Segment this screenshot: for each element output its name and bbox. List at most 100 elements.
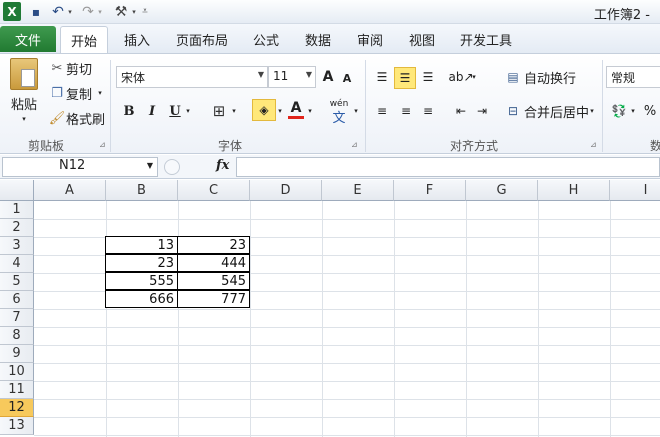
wrap-text-button[interactable]: 自动换行 — [524, 68, 576, 87]
font-name-combo[interactable]: 宋体 ▼ — [116, 66, 268, 88]
font-color-dropdown-icon[interactable]: ▾ — [306, 105, 314, 117]
cell-b5[interactable]: 555 — [105, 272, 178, 290]
copy-button[interactable]: 复制 — [66, 85, 92, 103]
font-size-combo[interactable]: 11 ▼ — [268, 66, 316, 88]
worksheet-grid[interactable]: A B C D E F G H I 1 2 3 4 5 6 7 8 9 10 1… — [0, 180, 660, 437]
tab-file[interactable]: 文件 — [0, 26, 56, 52]
formula-input[interactable] — [236, 157, 660, 177]
row-header-5[interactable]: 5 — [0, 273, 34, 291]
bold-button[interactable]: B — [120, 101, 138, 121]
customize-toolbar-icon[interactable]: ⩡ — [140, 2, 150, 21]
font-color-icon[interactable]: A — [288, 99, 304, 119]
border-icon[interactable]: ⊞ — [210, 101, 228, 121]
paste-dropdown-icon[interactable]: ▾ — [18, 114, 30, 124]
tools-icon[interactable]: ⚒ — [112, 2, 130, 21]
alignment-launcher-icon[interactable]: ⊿ — [590, 140, 597, 149]
increase-indent-icon[interactable]: ⇥ — [473, 101, 491, 121]
cell-c3[interactable]: 23 — [177, 236, 250, 254]
font-launcher-icon[interactable]: ⊿ — [351, 140, 358, 149]
percent-button[interactable]: % — [642, 101, 658, 121]
column-header-h[interactable]: H — [538, 180, 610, 201]
save-icon[interactable]: ▪ — [28, 2, 44, 21]
tab-data[interactable]: 数据 — [305, 30, 331, 49]
tab-formulas[interactable]: 公式 — [253, 30, 279, 49]
row-header-11[interactable]: 11 — [0, 381, 34, 399]
name-box[interactable]: N12 ▼ — [2, 157, 158, 177]
align-center-icon[interactable]: ≡ — [396, 101, 416, 121]
italic-button[interactable]: I — [143, 101, 161, 121]
accounting-dropdown-icon[interactable]: ▾ — [629, 105, 637, 117]
formula-divider-handle[interactable] — [164, 159, 180, 175]
row-header-1[interactable]: 1 — [0, 201, 34, 219]
merge-center-icon[interactable]: ⊟ — [505, 102, 521, 120]
row-header-3[interactable]: 3 — [0, 237, 34, 255]
format-painter-button[interactable]: 格式刷 — [66, 110, 105, 128]
border-dropdown-icon[interactable]: ▾ — [230, 105, 238, 117]
align-middle-icon[interactable]: ☰ — [394, 67, 416, 89]
cell-b4[interactable]: 23 — [105, 254, 178, 272]
cut-button[interactable]: 剪切 — [66, 60, 92, 78]
tab-review[interactable]: 审阅 — [357, 30, 383, 49]
cell-c6[interactable]: 777 — [177, 290, 250, 308]
row-header-7[interactable]: 7 — [0, 309, 34, 327]
select-all-corner[interactable] — [0, 180, 34, 201]
fill-color-dropdown-icon[interactable]: ▾ — [276, 105, 284, 117]
row-header-9[interactable]: 9 — [0, 345, 34, 363]
phonetic-char-icon[interactable]: 文 — [330, 109, 348, 126]
copy-icon[interactable]: ❐ — [50, 85, 64, 101]
paste-icon[interactable] — [10, 58, 38, 90]
cut-icon[interactable]: ✂ — [50, 60, 64, 76]
chevron-down-icon[interactable]: ▼ — [306, 70, 312, 79]
cell-c5[interactable]: 545 — [177, 272, 250, 290]
phonetic-dropdown-icon[interactable]: ▾ — [352, 105, 360, 117]
undo-icon[interactable]: ↶ — [50, 2, 66, 21]
decrease-indent-icon[interactable]: ⇤ — [452, 101, 470, 121]
number-format-combo[interactable]: 常规 — [606, 66, 660, 88]
column-header-i[interactable]: I — [610, 180, 660, 201]
redo-dropdown-icon[interactable]: ▾ — [96, 2, 104, 21]
insert-function-icon[interactable]: fx — [216, 158, 229, 173]
cell-b6[interactable]: 666 — [105, 290, 178, 308]
tools-dropdown-icon[interactable]: ▾ — [130, 2, 138, 21]
grow-font-button[interactable]: A — [320, 68, 336, 86]
format-painter-icon[interactable]: 🖌 — [49, 110, 66, 126]
merge-dropdown-icon[interactable]: ▾ — [588, 105, 596, 117]
cell-c4[interactable]: 444 — [177, 254, 250, 272]
fill-color-icon[interactable]: ◈ — [252, 99, 276, 121]
tab-page-layout[interactable]: 页面布局 — [176, 30, 228, 49]
orientation-icon[interactable]: ab↗ — [448, 67, 473, 87]
wrap-text-icon[interactable]: ▤ — [505, 68, 521, 86]
align-bottom-icon[interactable]: ☰ — [418, 67, 438, 87]
accounting-format-icon[interactable]: 💱 — [610, 101, 628, 121]
column-header-e[interactable]: E — [322, 180, 394, 201]
copy-dropdown-icon[interactable]: ▾ — [96, 87, 104, 99]
row-header-10[interactable]: 10 — [0, 363, 34, 381]
underline-dropdown-icon[interactable]: ▾ — [184, 105, 192, 117]
row-header-2[interactable]: 2 — [0, 219, 34, 237]
tab-developer[interactable]: 开发工具 — [460, 30, 512, 49]
chevron-down-icon[interactable]: ▼ — [147, 161, 153, 170]
column-header-d[interactable]: D — [250, 180, 322, 201]
align-left-icon[interactable]: ≡ — [372, 101, 392, 121]
underline-button[interactable]: U — [166, 101, 184, 121]
row-header-13[interactable]: 13 — [0, 417, 34, 435]
align-right-icon[interactable]: ≡ — [418, 101, 438, 121]
tab-insert[interactable]: 插入 — [124, 30, 150, 49]
tab-view[interactable]: 视图 — [409, 30, 435, 49]
row-header-8[interactable]: 8 — [0, 327, 34, 345]
align-top-icon[interactable]: ☰ — [372, 67, 392, 87]
chevron-down-icon[interactable]: ▼ — [258, 70, 264, 79]
redo-icon[interactable]: ↷ — [80, 2, 96, 21]
tab-home[interactable]: 开始 — [60, 26, 108, 53]
column-header-b[interactable]: B — [106, 180, 178, 201]
column-header-c[interactable]: C — [178, 180, 250, 201]
orientation-dropdown-icon[interactable]: ▾ — [470, 71, 478, 83]
paste-button[interactable]: 粘贴 — [8, 94, 40, 113]
cell-b3[interactable]: 13 — [105, 236, 178, 254]
shrink-font-button[interactable]: A — [340, 70, 354, 86]
column-header-g[interactable]: G — [466, 180, 538, 201]
undo-dropdown-icon[interactable]: ▾ — [66, 2, 74, 21]
clipboard-launcher-icon[interactable]: ⊿ — [99, 140, 106, 149]
row-header-6[interactable]: 6 — [0, 291, 34, 309]
row-header-12[interactable]: 12 — [0, 399, 34, 417]
